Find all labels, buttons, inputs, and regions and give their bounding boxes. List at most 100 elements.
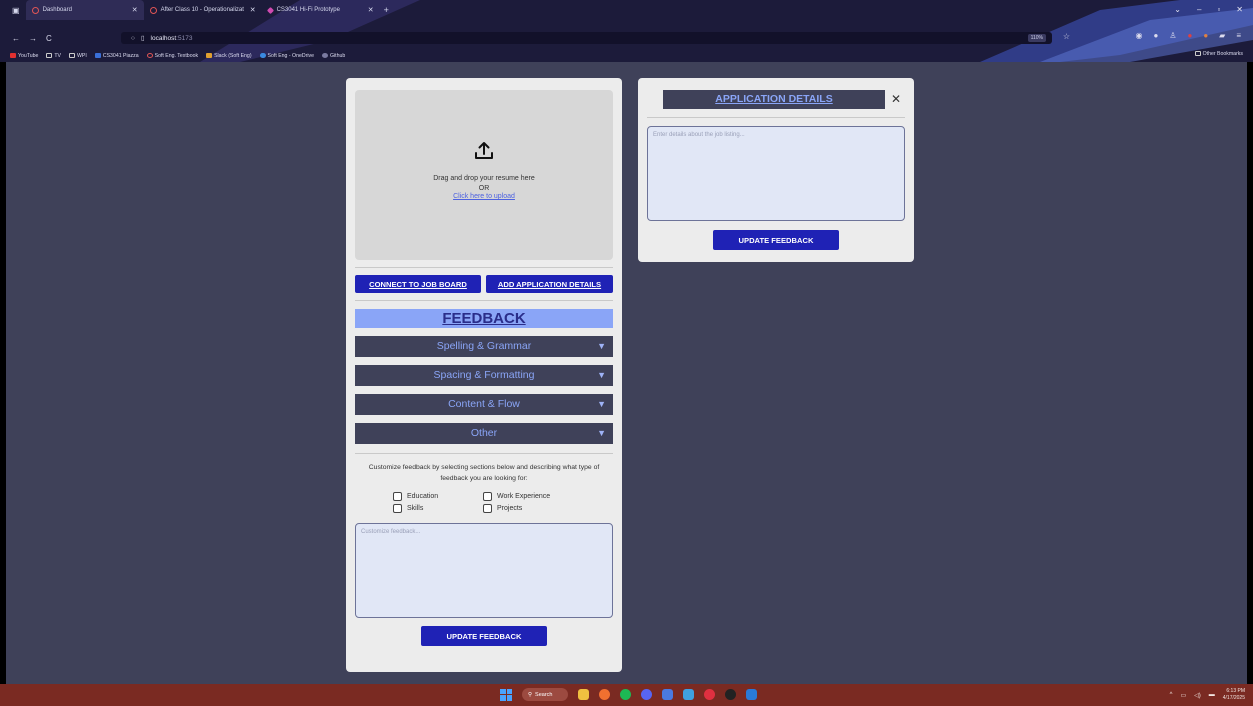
search-icon: ⚲ (528, 691, 533, 698)
discord-icon[interactable] (641, 689, 652, 700)
tab-label: CS3041 Hi-Fi Prototype (276, 7, 340, 13)
clock[interactable]: 6:13 PM 4/17/2025 (1223, 688, 1245, 702)
account-icon[interactable]: ♙ (1169, 31, 1176, 40)
tab-prototype[interactable]: CS3041 Hi-Fi Prototype ✕ (262, 0, 380, 20)
divider (355, 453, 613, 454)
folder-icon[interactable]: ▰ (1219, 31, 1225, 40)
battery-icon[interactable]: ▬ (1209, 692, 1215, 698)
spotify-icon[interactable] (620, 689, 631, 700)
tab-list-icon[interactable]: ▣ (12, 6, 20, 15)
new-tab-button[interactable]: + (384, 5, 389, 15)
addon-icon[interactable]: ● (1187, 31, 1192, 40)
folder-icon (46, 53, 53, 58)
bookmark-onedrive[interactable]: Soft Eng - OneDrive (259, 53, 314, 59)
tab-label: After Class 10 - Operationalizat (160, 7, 244, 13)
zoom-level[interactable]: 110% (1027, 34, 1046, 42)
bookmark-youtube[interactable]: YouTube (10, 53, 38, 59)
forward-arrow-icon[interactable]: → (29, 34, 37, 43)
onedrive-icon (259, 53, 266, 58)
close-window-button[interactable]: ✕ (1236, 5, 1243, 14)
bookmark-slack[interactable]: Slack (Soft Eng) (206, 53, 252, 59)
bookmarks-bar: YouTube TV WPI CS3041 Piazza Soft Eng. T… (6, 50, 1247, 62)
accordion-other[interactable]: Other ▼ (355, 423, 613, 444)
firefox-icon[interactable] (599, 689, 610, 700)
textbook-icon (146, 53, 153, 58)
checkbox-education[interactable]: Education (393, 492, 483, 501)
bookmark-wpi[interactable]: WPI (69, 53, 87, 59)
tab-dashboard[interactable]: Dashboard ✕ (25, 0, 144, 20)
maximize-button[interactable]: ▫ (1217, 5, 1220, 14)
vscode-icon[interactable] (746, 689, 757, 700)
extensions-toolbar: ◉ ● ♙ ● ● ▰ ≡ (1135, 31, 1241, 40)
back-arrow-icon[interactable]: ← (12, 34, 20, 43)
accordion-content-flow[interactable]: Content & Flow ▼ (355, 394, 613, 415)
upload-link[interactable]: Click here to upload (355, 193, 613, 200)
bookmark-tv[interactable]: TV (46, 53, 61, 59)
checkbox-box[interactable] (393, 492, 402, 501)
minimize-button[interactable]: – (1197, 5, 1201, 14)
desktop-screen: ▣ Dashboard ✕ After Class 10 - Operation… (0, 0, 1253, 706)
checkbox-box[interactable] (393, 504, 402, 513)
checkbox-box[interactable] (483, 492, 492, 501)
checkbox-skills[interactable]: Skills (393, 504, 483, 513)
taskbar-search[interactable]: ⚲ Search (522, 688, 568, 701)
menu-icon[interactable]: ≡ (1236, 31, 1241, 40)
network-icon[interactable]: ▭ (1180, 692, 1186, 699)
app-icon[interactable] (725, 689, 736, 700)
addon-icon[interactable]: ● (1203, 31, 1208, 40)
folder-icon (69, 53, 76, 58)
update-feedback-button[interactable]: UPDATE FEEDBACK (421, 626, 547, 646)
folder-icon (1194, 51, 1201, 56)
resume-dropzone[interactable]: Drag and drop your resume here OR Click … (355, 90, 613, 260)
reload-icon[interactable]: C (46, 34, 52, 43)
checkbox-work-experience[interactable]: Work Experience (483, 492, 573, 501)
accordion-label: Spelling & Grammar (436, 340, 532, 352)
youtube-icon (10, 53, 16, 58)
customize-feedback-textarea[interactable]: Customize feedback... (355, 523, 613, 618)
list-all-tabs-button[interactable]: ⌄ (1174, 5, 1181, 14)
pocket-icon[interactable]: ◉ (1135, 31, 1142, 40)
bookmark-github[interactable]: Github (321, 53, 345, 59)
checkbox-box[interactable] (483, 504, 492, 513)
clock-date: 4/17/2025 (1222, 695, 1245, 701)
shield-icon: ○ (131, 34, 135, 42)
accordion-spelling-grammar[interactable]: Spelling & Grammar ▼ (355, 336, 613, 357)
add-application-details-button[interactable]: ADD APPLICATION DETAILS (486, 275, 613, 293)
github-icon (321, 53, 328, 58)
volume-icon[interactable]: ◁) (1194, 692, 1201, 699)
windows-start-icon[interactable] (500, 688, 512, 701)
taskbar-apps: ⚲ Search (500, 688, 757, 701)
bookmark-textbook[interactable]: Soft Eng. Textbook (146, 53, 198, 59)
section-checkboxes: Education Work Experience Skills Project… (393, 492, 613, 513)
tab-after-class[interactable]: After Class 10 - Operationalizat ✕ (144, 0, 262, 20)
other-bookmarks[interactable]: Other Bookmarks (1194, 51, 1243, 57)
tab-close-icon[interactable]: ✕ (368, 6, 374, 14)
file-explorer-icon[interactable] (578, 689, 589, 700)
app-icon[interactable] (662, 689, 673, 700)
connect-job-board-button[interactable]: CONNECT TO JOB BOARD (355, 275, 481, 293)
checkbox-projects[interactable]: Projects (483, 504, 573, 513)
update-feedback-button[interactable]: UPDATE FEEDBACK (713, 230, 839, 250)
taskbar: ⚲ Search ^ ▭ ◁) ▬ 6:13 PM 4/17/2025 (0, 684, 1253, 706)
triangle-down-icon: ▼ (597, 341, 606, 351)
divider (355, 267, 613, 268)
close-icon[interactable]: ✕ (891, 92, 901, 106)
accordion-spacing-formatting[interactable]: Spacing & Formatting ▼ (355, 365, 613, 386)
browser-chrome: ▣ Dashboard ✕ After Class 10 - Operation… (0, 0, 1253, 62)
app-icon[interactable] (704, 689, 715, 700)
customize-instructions: Customize feedback by selecting sections… (368, 464, 600, 482)
bookmark-star-icon[interactable]: ☆ (1063, 32, 1070, 41)
tab-close-icon[interactable]: ✕ (132, 6, 138, 14)
tray-expand-icon[interactable]: ^ (1170, 692, 1173, 698)
clock-time: 6:13 PM (1226, 688, 1245, 694)
resume-feedback-panel: Drag and drop your resume here OR Click … (346, 78, 622, 672)
navigation-bar: ← → C ○ ▯ localhost:5173 110% ☆ ◉ ● ♙ ● … (6, 31, 1247, 46)
job-details-textarea[interactable]: Enter details about the job listing... (647, 126, 905, 221)
tab-close-icon[interactable]: ✕ (250, 6, 256, 14)
extension-icon[interactable]: ● (1153, 31, 1158, 40)
window-controls: ⌄ – ▫ ✕ (1174, 5, 1243, 14)
bookmark-piazza[interactable]: CS3041 Piazza (94, 53, 139, 59)
app-icon[interactable] (683, 689, 694, 700)
address-bar[interactable]: ○ ▯ localhost:5173 110% ☆ (121, 32, 1070, 44)
accordion-label: Content & Flow (448, 398, 520, 410)
